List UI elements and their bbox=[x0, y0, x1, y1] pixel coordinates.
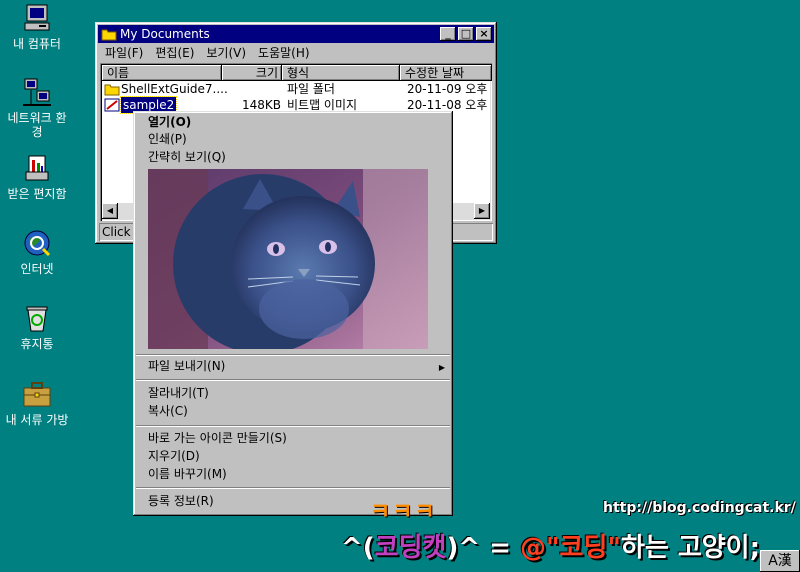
menu-item-cut[interactable]: 잘라내기(T) bbox=[148, 385, 209, 402]
menu-item-copy[interactable]: 복사(C) bbox=[148, 403, 188, 420]
list-item[interactable]: ShellExtGuide7.... 파일 폴더 20-11-09 오후 6 bbox=[102, 81, 492, 97]
desktop-icon-label: 내 서류 가방 bbox=[5, 413, 69, 427]
menu-item-create-shortcut[interactable]: 바로 가는 아이콘 만들기(S) bbox=[148, 430, 287, 447]
desktop-icon-briefcase[interactable]: 내 서류 가방 bbox=[0, 378, 74, 427]
desktop-icon-inbox[interactable]: 받은 편지함 bbox=[0, 152, 74, 201]
desktop-icon-my-computer[interactable]: 내 컴퓨터 bbox=[0, 2, 74, 51]
desktop-icon-label: 휴지통 bbox=[20, 337, 54, 351]
close-button[interactable]: × bbox=[476, 27, 492, 41]
menu-help[interactable]: 도움말(H) bbox=[252, 44, 316, 62]
menu-separator bbox=[136, 425, 450, 427]
scroll-left-button[interactable]: ◀ bbox=[102, 203, 118, 219]
menu-item-send-to[interactable]: 파일 보내기(N) bbox=[148, 358, 225, 375]
menu-item-properties[interactable]: 등록 정보(R) bbox=[148, 493, 214, 510]
minimize-button[interactable]: _ bbox=[440, 27, 456, 41]
inbox-icon bbox=[21, 152, 53, 184]
file-name: ShellExtGuide7.... bbox=[121, 82, 228, 96]
menu-view[interactable]: 보기(V) bbox=[200, 44, 252, 62]
menu-item-rename[interactable]: 이름 바꾸기(M) bbox=[148, 466, 227, 483]
image-thumbnail-preview bbox=[148, 169, 428, 349]
watermark-tagline: ^(코딩캣)^ = @"코딩"하는 고양이; bbox=[341, 527, 760, 564]
desktop-icon-label: 인터넷 bbox=[20, 262, 54, 276]
menu-file[interactable]: 파일(F) bbox=[99, 44, 149, 62]
desktop-icon-network[interactable]: 네트워크 환경 bbox=[0, 76, 74, 139]
menu-item-quick-view[interactable]: 간략히 보기(Q) bbox=[148, 149, 226, 166]
watermark-kkk: ㅋㅋㅋ bbox=[370, 500, 437, 525]
menu-separator bbox=[136, 379, 450, 381]
tagline-at: @"코딩" bbox=[520, 533, 621, 563]
menu-edit[interactable]: 편집(E) bbox=[149, 44, 200, 62]
menu-separator bbox=[136, 487, 450, 489]
watermark-url: http://blog.codingcat.kr/ bbox=[603, 500, 796, 516]
menu-item-open[interactable]: 열기(O) bbox=[148, 114, 191, 131]
ime-indicator[interactable]: A漢 bbox=[760, 550, 800, 572]
column-header-name[interactable]: 이름 bbox=[102, 65, 222, 81]
column-header-size-label: 크기 bbox=[255, 66, 278, 80]
file-type: 파일 폴더 bbox=[287, 82, 335, 96]
desktop-icon-label: 내 컴퓨터 bbox=[13, 37, 61, 51]
tagline-name: 코딩캣 bbox=[374, 533, 447, 563]
menu-item-print[interactable]: 인쇄(P) bbox=[148, 131, 187, 148]
scroll-right-button[interactable]: ▶ bbox=[474, 203, 490, 219]
context-menu[interactable]: 열기(O) 인쇄(P) 간략히 보기(Q) 파일 보내기(N) ▶ 잘라내기(T… bbox=[133, 111, 453, 516]
menu-separator bbox=[136, 354, 450, 356]
column-header-size[interactable]: 크기 bbox=[222, 65, 282, 81]
network-icon bbox=[21, 76, 53, 108]
menu-bar: 파일(F) 편집(E) 보기(V) 도움말(H) bbox=[99, 44, 316, 62]
tagline-open: ^( bbox=[341, 533, 375, 563]
title-bar[interactable]: My Documents _ □ × bbox=[98, 25, 494, 43]
internet-icon bbox=[21, 227, 53, 259]
menu-item-delete[interactable]: 지우기(D) bbox=[148, 448, 200, 465]
desktop-icon-internet[interactable]: 인터넷 bbox=[0, 227, 74, 276]
file-date: 20-11-09 오후 6 bbox=[407, 82, 492, 96]
recycle-bin-icon bbox=[21, 302, 53, 334]
tagline-close: )^ = bbox=[446, 533, 520, 563]
column-header-date[interactable]: 수정한 날짜 bbox=[400, 65, 492, 81]
briefcase-icon bbox=[21, 378, 53, 410]
maximize-button[interactable]: □ bbox=[458, 27, 474, 41]
desktop-icon-recycle-bin[interactable]: 휴지통 bbox=[0, 302, 74, 351]
submenu-arrow-icon: ▶ bbox=[438, 363, 445, 372]
window-title: My Documents bbox=[120, 27, 210, 41]
tagline-suffix: 하는 고양이; bbox=[620, 533, 760, 563]
column-header-type[interactable]: 형식 bbox=[282, 65, 400, 81]
desktop-icon-label: 받은 편지함 bbox=[7, 187, 67, 201]
bitmap-icon bbox=[104, 98, 120, 116]
desktop-icon-label: 네트워크 환경 bbox=[7, 111, 67, 139]
my-computer-icon bbox=[21, 2, 53, 34]
